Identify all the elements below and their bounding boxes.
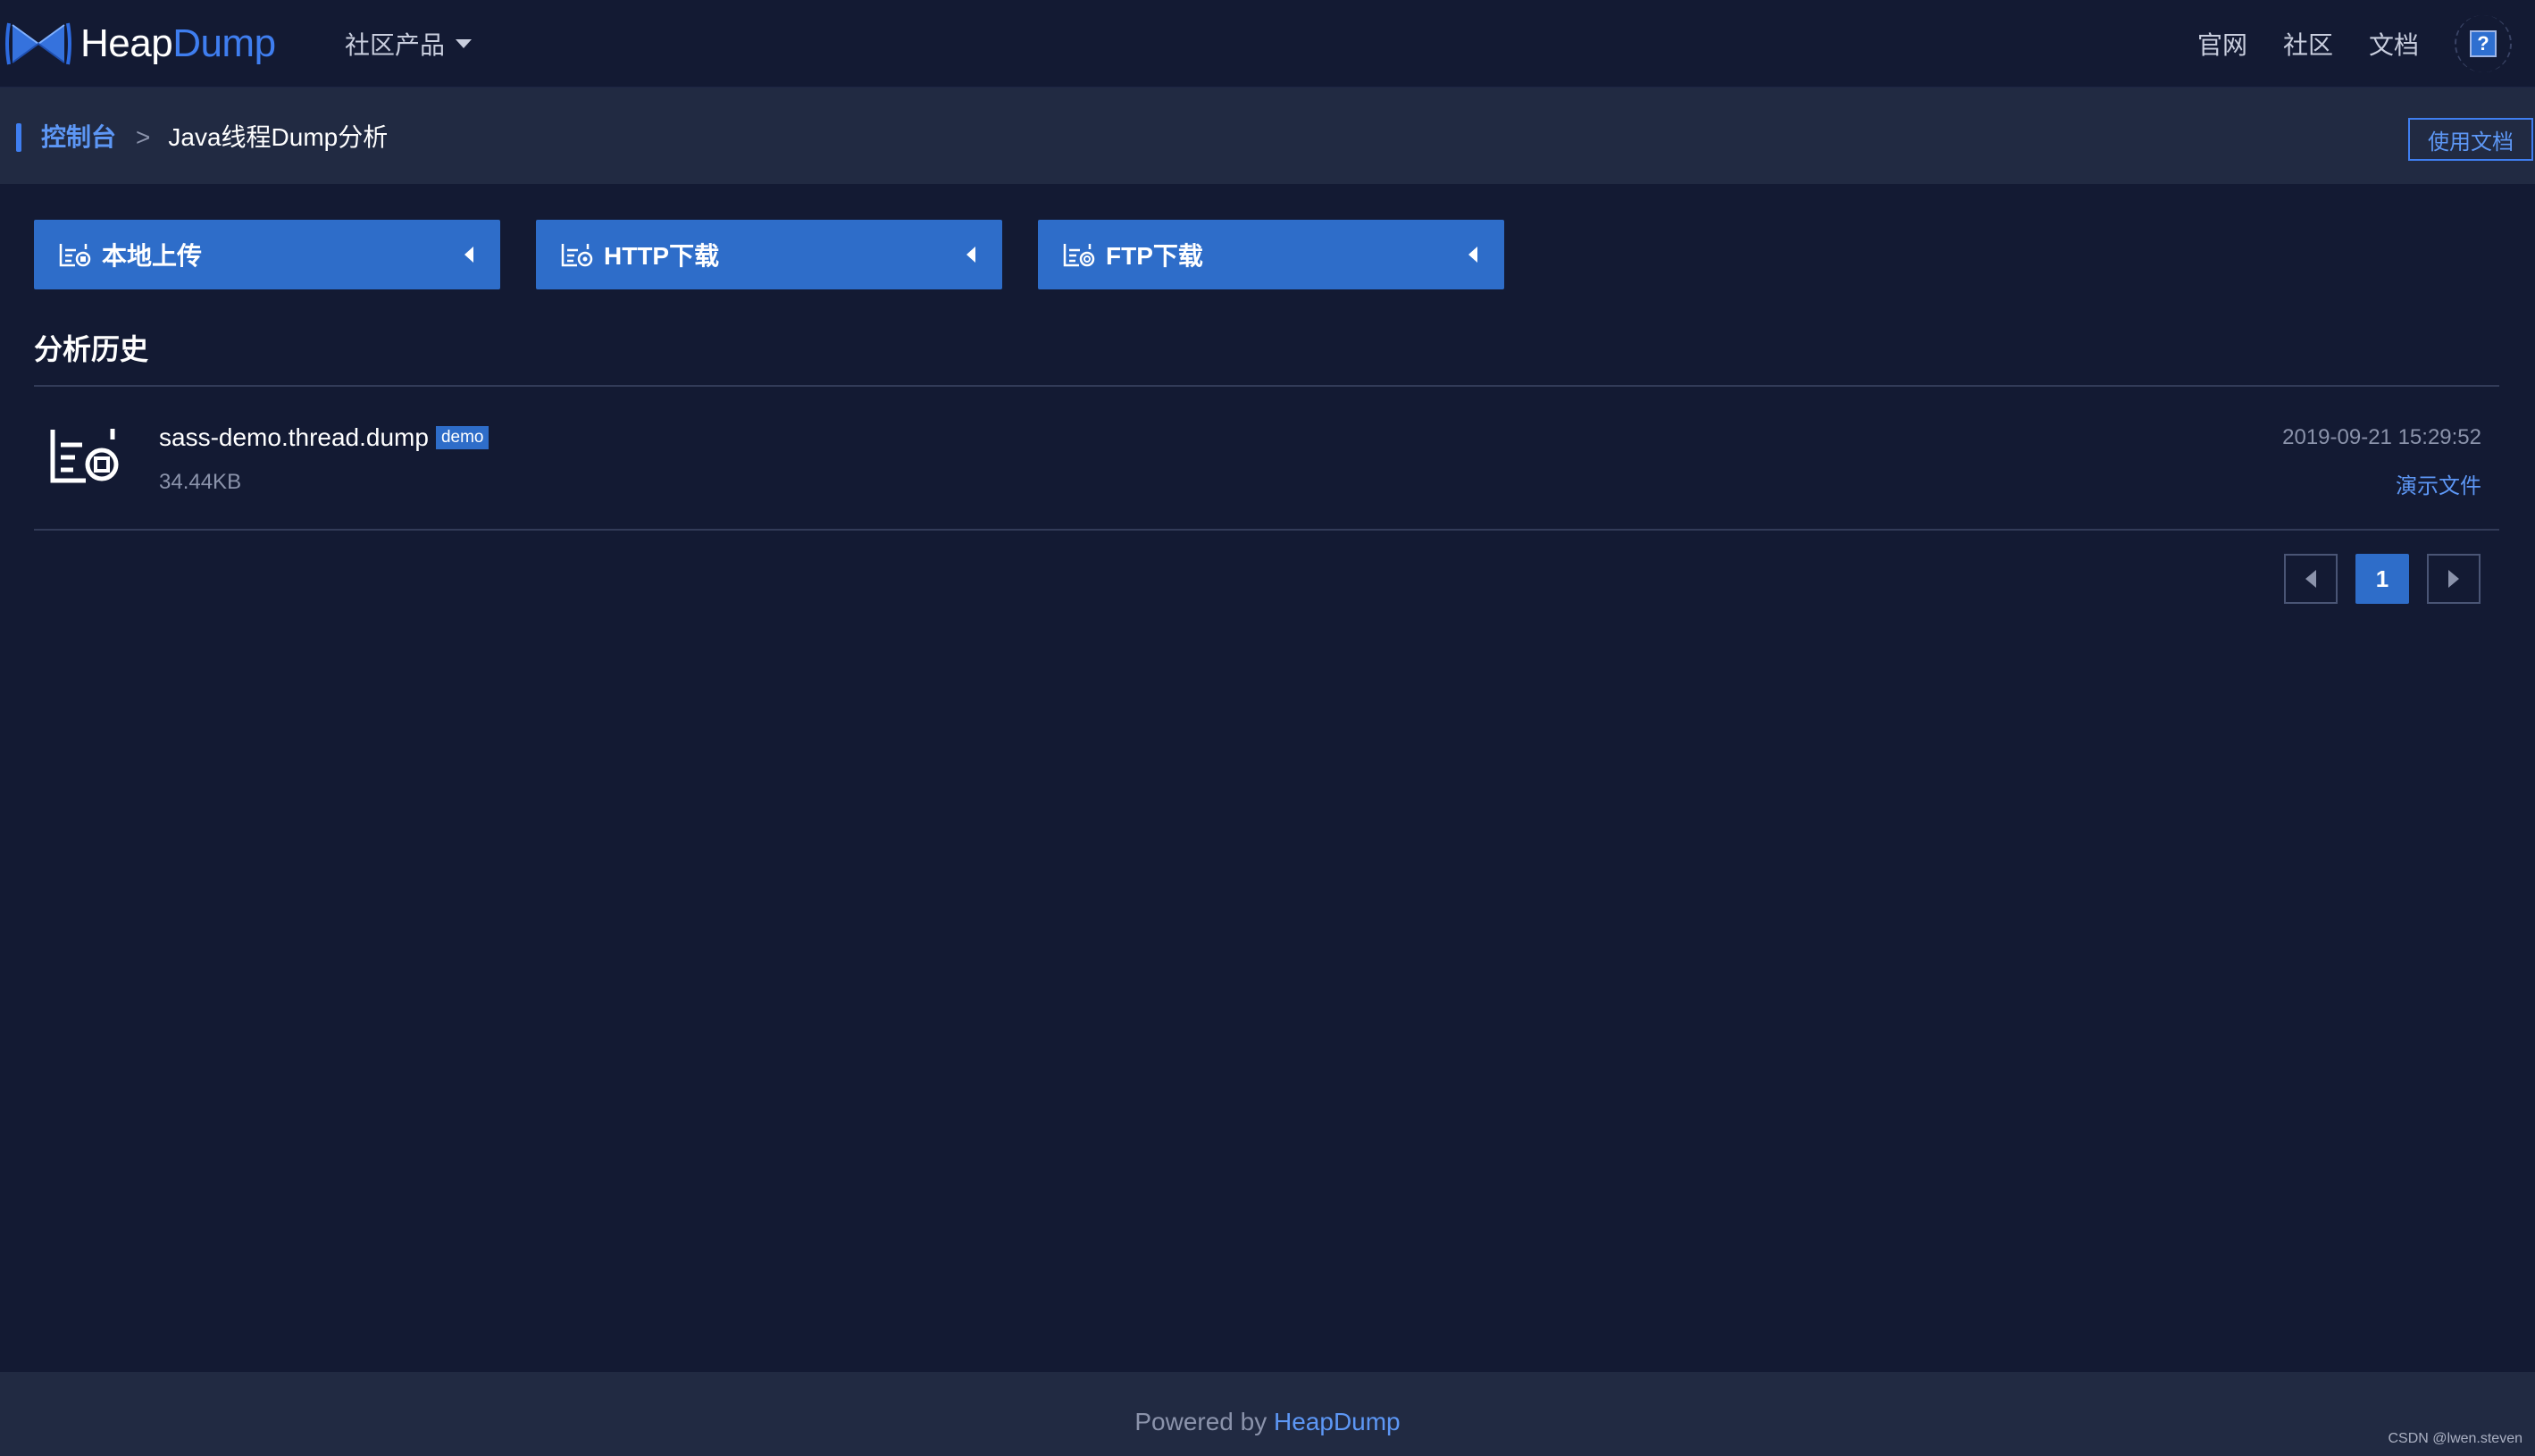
list-item[interactable]: sass-demo.thread.dump demo 34.44KB 2019-… bbox=[34, 388, 2499, 529]
caret-left-icon bbox=[966, 247, 975, 263]
upload-actions: 本地上传 HTTP下载 FTP下载 bbox=[34, 220, 1540, 289]
breadcrumb-separator: > bbox=[136, 123, 151, 151]
breadcrumb-accent-bar bbox=[16, 123, 21, 152]
next-page-button[interactable] bbox=[2427, 554, 2481, 604]
file-ftp-icon bbox=[1063, 242, 1097, 267]
powered-by: Powered by HeapDump bbox=[0, 1408, 2535, 1436]
logo-text: HeapDump bbox=[80, 16, 276, 71]
logo-text-dump: Dump bbox=[172, 21, 276, 65]
ftp-download-label: FTP下载 bbox=[1106, 242, 1203, 270]
community-products-menu[interactable]: 社区产品 bbox=[345, 23, 473, 64]
file-timestamp: 2019-09-21 15:29:52 bbox=[2282, 425, 2481, 449]
history-title: 分析历史 bbox=[34, 333, 149, 365]
demo-badge: demo bbox=[435, 426, 489, 449]
caret-left-icon bbox=[2305, 570, 2316, 588]
watermark: CSDN @lwen.steven bbox=[2388, 1431, 2522, 1446]
file-http-icon bbox=[561, 242, 595, 267]
powered-by-prefix: Powered by bbox=[1134, 1408, 1274, 1435]
powered-by-brand-link[interactable]: HeapDump bbox=[1274, 1408, 1401, 1435]
page-title: Java线程Dump分析 bbox=[168, 123, 389, 151]
help-icon[interactable]: ? bbox=[2470, 30, 2497, 57]
breadcrumb-console-link[interactable]: 控制台 bbox=[41, 118, 116, 157]
file-upload-icon bbox=[59, 242, 93, 267]
breadcrumb-bar: 控制台 > Java线程Dump分析 使用文档 bbox=[0, 88, 2535, 184]
file-size: 34.44KB bbox=[159, 470, 242, 494]
file-name-text: sass-demo.thread.dump bbox=[159, 423, 429, 451]
nav-right: 官网 社区 文档 ? bbox=[2197, 0, 2535, 88]
nav-link-docs[interactable]: 文档 bbox=[2369, 26, 2419, 62]
chevron-down-icon bbox=[456, 39, 473, 48]
local-upload-label: 本地上传 bbox=[102, 242, 203, 270]
prev-page-button[interactable] bbox=[2284, 554, 2338, 604]
logo[interactable]: HeapDump bbox=[5, 16, 276, 71]
demo-file-link[interactable]: 演示文件 bbox=[2396, 468, 2481, 499]
help-button-wrap: ? bbox=[2455, 15, 2512, 72]
page-number-1[interactable]: 1 bbox=[2355, 554, 2409, 604]
caret-right-icon bbox=[2448, 570, 2459, 588]
caret-left-icon bbox=[464, 247, 473, 263]
community-products-label: 社区产品 bbox=[345, 31, 446, 59]
file-name: sass-demo.thread.dump demo bbox=[159, 423, 489, 452]
nav-link-official-site[interactable]: 官网 bbox=[2197, 26, 2247, 62]
http-download-label: HTTP下载 bbox=[604, 242, 720, 270]
logo-text-heap: Heap bbox=[80, 21, 173, 65]
local-upload-button[interactable]: 本地上传 bbox=[34, 220, 500, 289]
logo-bowtie-icon bbox=[5, 22, 71, 65]
history-bottom-divider bbox=[34, 529, 2499, 531]
history-top-divider bbox=[34, 385, 2499, 387]
breadcrumb: 控制台 > Java线程Dump分析 bbox=[41, 118, 388, 157]
pagination: 1 bbox=[2284, 554, 2481, 604]
top-navbar: HeapDump 社区产品 官网 社区 文档 ? bbox=[0, 0, 2535, 88]
dump-file-icon bbox=[50, 427, 121, 489]
http-download-button[interactable]: HTTP下载 bbox=[536, 220, 1002, 289]
caret-left-icon bbox=[1468, 247, 1477, 263]
ftp-download-button[interactable]: FTP下载 bbox=[1038, 220, 1504, 289]
footer: Powered by HeapDump CSDN @lwen.steven bbox=[0, 1372, 2535, 1456]
usage-docs-button[interactable]: 使用文档 bbox=[2408, 118, 2533, 161]
nav-link-community[interactable]: 社区 bbox=[2283, 26, 2333, 62]
